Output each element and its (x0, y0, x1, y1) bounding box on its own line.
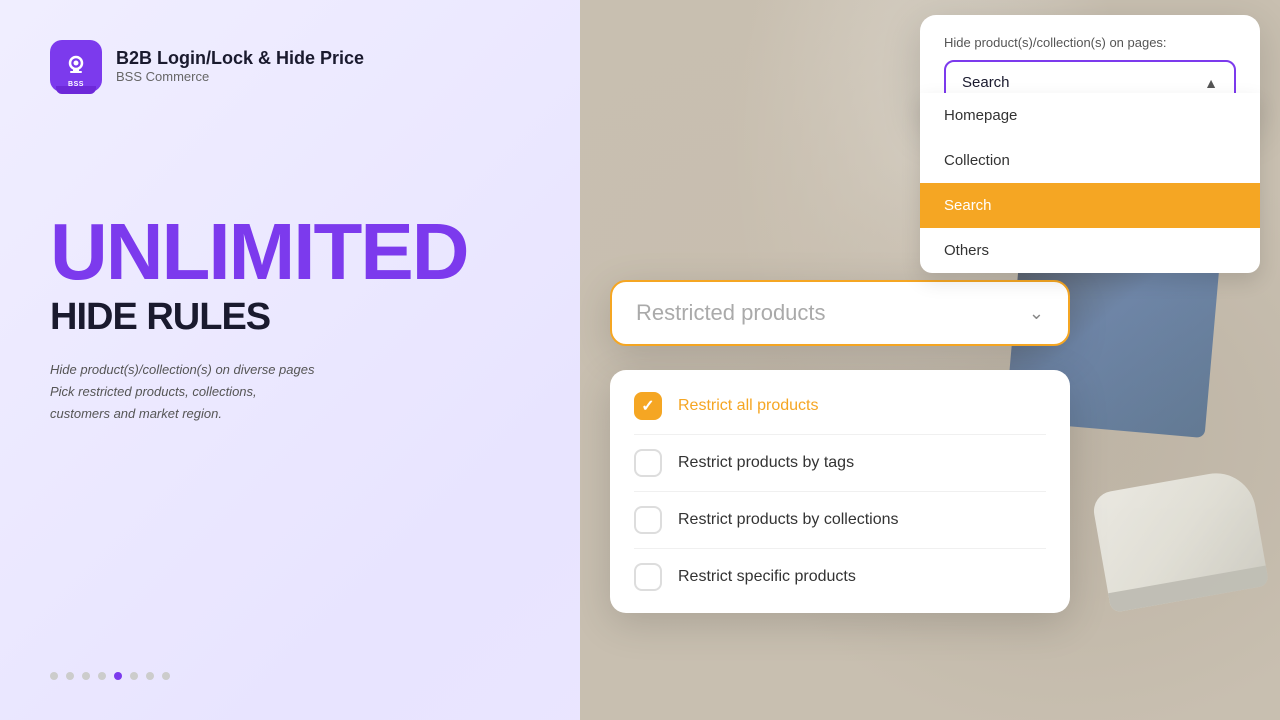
checkbox-collections-label: Restrict products by collections (678, 511, 899, 529)
restricted-products-label: Restricted products (636, 300, 826, 326)
checkbox-item-specific[interactable]: Restrict specific products (634, 549, 1046, 605)
dot-8[interactable] (162, 672, 170, 680)
dot-3[interactable] (82, 672, 90, 680)
dot-1[interactable] (50, 672, 58, 680)
checkbox-collections[interactable] (634, 506, 662, 534)
checkbox-tags-label: Restrict products by tags (678, 454, 854, 472)
dropdown-selected-value: Search (962, 74, 1010, 91)
checkbox-tags[interactable] (634, 449, 662, 477)
restricted-products-card[interactable]: Restricted products ⌄ (610, 280, 1070, 346)
dropdown-item-collection[interactable]: Collection (920, 138, 1260, 183)
logo-section: BSS B2B Login/Lock & Hide Price BSS Comm… (50, 40, 530, 92)
bss-label: BSS (68, 81, 84, 88)
dropdown-card: Hide product(s)/collection(s) on pages: … (920, 15, 1260, 125)
chevron-up-icon: ▲ (1204, 75, 1218, 91)
dot-2[interactable] (66, 672, 74, 680)
checkbox-item-collections[interactable]: Restrict products by collections (634, 492, 1046, 549)
checkbox-card: Restrict all products Restrict products … (610, 370, 1070, 613)
dot-5-active[interactable] (114, 672, 122, 680)
right-panel: Hide product(s)/collection(s) on pages: … (580, 0, 1280, 720)
dropdown-item-others[interactable]: Others (920, 228, 1260, 273)
app-title: B2B Login/Lock & Hide Price (116, 48, 364, 69)
dot-4[interactable] (98, 672, 106, 680)
dot-6[interactable] (130, 672, 138, 680)
desc-line2: Pick restricted products, collections, (50, 381, 530, 403)
desc-line1: Hide product(s)/collection(s) on diverse… (50, 359, 530, 381)
checkbox-specific-label: Restrict specific products (678, 568, 856, 586)
company-name: BSS Commerce (116, 69, 364, 84)
hide-rules-text: HIDE RULES (50, 296, 530, 339)
logo-icon: BSS (50, 40, 102, 92)
dropdown-label: Hide product(s)/collection(s) on pages: (944, 35, 1236, 50)
description: Hide product(s)/collection(s) on diverse… (50, 359, 530, 425)
dropdown-item-homepage[interactable]: Homepage (920, 93, 1260, 138)
checkbox-item-all[interactable]: Restrict all products (634, 378, 1046, 435)
desc-line3: customers and market region. (50, 403, 530, 425)
dot-7[interactable] (146, 672, 154, 680)
dropdown-item-search[interactable]: Search (920, 183, 1260, 228)
unlimited-text: UNLIMITED (50, 212, 530, 292)
left-panel: BSS B2B Login/Lock & Hide Price BSS Comm… (0, 0, 580, 720)
dropdown-menu: Homepage Collection Search Others (920, 93, 1260, 273)
chevron-down-icon: ⌄ (1029, 303, 1044, 324)
main-heading: UNLIMITED HIDE RULES (50, 212, 530, 339)
ui-overlay: Hide product(s)/collection(s) on pages: … (610, 15, 1280, 705)
logo-text: B2B Login/Lock & Hide Price BSS Commerce (116, 48, 364, 84)
checkbox-item-tags[interactable]: Restrict products by tags (634, 435, 1046, 492)
checkbox-specific[interactable] (634, 563, 662, 591)
pagination-dots (50, 672, 530, 680)
checkbox-all-label: Restrict all products (678, 397, 819, 415)
checkbox-all[interactable] (634, 392, 662, 420)
